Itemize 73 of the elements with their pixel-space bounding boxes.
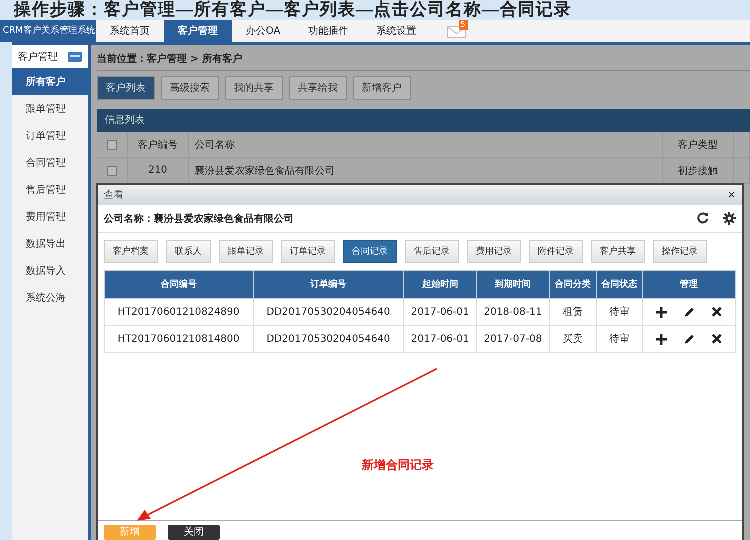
column-header: 合同状态 [596, 270, 642, 298]
toolbar-button[interactable]: 高级搜索 [161, 76, 219, 100]
record-tab[interactable]: 客户共享 [591, 240, 645, 263]
table-cell: DD20170530204054640 [266, 334, 390, 344]
dialog-title: 查看 [104, 188, 124, 202]
annotation-text: 新增合同记录 [362, 457, 434, 474]
nav-tab[interactable]: 系统首页 [96, 20, 164, 42]
sidebar-item[interactable]: 合同管理 [12, 149, 88, 176]
column-header: 管理 [642, 270, 736, 298]
column-header: 合同分类 [550, 270, 596, 298]
record-tab[interactable]: 订单记录 [281, 240, 335, 263]
toolbar-button[interactable]: 客户列表 [97, 76, 155, 100]
table-cell: 待审 [609, 334, 630, 345]
table-cell: HT20170601210814800 [118, 334, 240, 344]
refresh-icon[interactable] [697, 212, 709, 224]
column-header: 起始时间 [404, 270, 477, 298]
column-header: 到期时间 [476, 270, 550, 298]
sidebar-item[interactable]: 所有客户 [12, 68, 88, 95]
table-cell: 2017-06-01 [411, 306, 470, 318]
sidebar-item[interactable]: 费用管理 [12, 203, 88, 230]
toolbar-button[interactable]: 共享给我 [289, 76, 347, 100]
table-cell: 待审 [609, 307, 630, 318]
panel-title: 信息列表 [105, 115, 145, 126]
app-title: CRM客户关系管理系统 [0, 20, 96, 42]
pencil-icon[interactable] [684, 306, 695, 318]
record-tab[interactable]: 跟单记录 [219, 240, 273, 263]
table-cell: DD20170530204054640 [266, 306, 390, 318]
sidebar-item[interactable]: 订单管理 [12, 122, 88, 149]
record-tab[interactable]: 附件记录 [529, 240, 583, 263]
nav-tab[interactable]: 客户管理 [164, 20, 232, 42]
record-tab[interactable]: 联系人 [166, 240, 211, 263]
nav-tab[interactable]: 系统设置 [362, 20, 431, 42]
toolbar-button[interactable]: 我的共享 [225, 76, 283, 100]
breadcrumb: 当前位置：客户管理 > 所有客户 [97, 50, 750, 71]
column-header: 订单编号 [253, 270, 404, 298]
nav-tab[interactable]: 办公OA [232, 20, 295, 42]
card-icon [68, 50, 82, 62]
table-cell: 2018-08-11 [484, 306, 542, 318]
record-tab[interactable]: 合同记录 [343, 240, 397, 263]
settings-icon[interactable] [723, 212, 736, 225]
dialog-button[interactable]: 关闭 [168, 525, 220, 540]
column-header: 客户类型 [663, 132, 734, 157]
mail-count-badge: 5 [458, 20, 468, 30]
checkbox[interactable] [107, 140, 117, 150]
column-header: 合同编号 [104, 270, 254, 298]
delete-icon[interactable] [712, 307, 722, 317]
sidebar-item[interactable]: 数据导入 [12, 257, 88, 284]
sidebar-item[interactable]: 数据导出 [12, 230, 88, 257]
delete-icon[interactable] [712, 334, 722, 344]
record-tab[interactable]: 操作记录 [653, 240, 707, 263]
sidebar-item[interactable]: 售后管理 [12, 176, 88, 203]
company-name: 公司名称：襄汾县爱农家绿色食品有限公司 [104, 212, 294, 226]
column-header: 公司名称 [189, 132, 663, 157]
close-button[interactable]: × [728, 190, 736, 200]
record-tab[interactable]: 费用记录 [467, 240, 521, 263]
instruction-text: 操作步骤：客户管理—所有客户—客户列表—点击公司名称—合同记录 [12, 0, 573, 20]
sidebar-item[interactable]: 系统公海 [12, 284, 88, 311]
table-cell: 2017-06-01 [411, 334, 470, 344]
record-tab[interactable]: 客户档案 [104, 240, 158, 263]
add-icon[interactable] [656, 334, 667, 344]
table-cell: 2017-07-08 [484, 334, 542, 344]
add-icon[interactable] [656, 306, 667, 318]
pencil-icon[interactable] [684, 334, 695, 344]
nav-tab[interactable]: 功能插件 [294, 20, 363, 42]
table-cell: 租赁 [562, 307, 583, 318]
table-cell: HT20170601210824890 [118, 306, 240, 318]
checkbox[interactable] [107, 166, 117, 176]
toolbar-button[interactable]: 新增客户 [353, 76, 411, 100]
table-cell: 买卖 [562, 334, 583, 345]
sidebar-item[interactable]: 跟单管理 [12, 95, 88, 122]
record-tab[interactable]: 售后记录 [405, 240, 459, 263]
column-header: 客户编号 [128, 132, 189, 157]
sidebar-title: 客户管理 [18, 50, 58, 64]
